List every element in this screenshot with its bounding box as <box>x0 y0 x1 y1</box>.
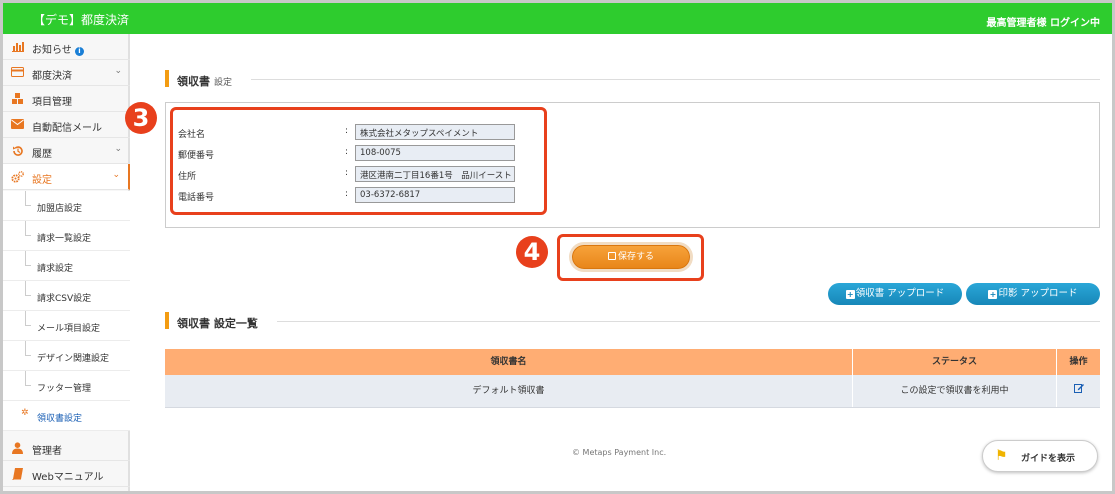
list-title: 領収書 設定一覧 <box>177 317 258 330</box>
info-icon: i <box>75 47 84 56</box>
sidebar-item-payments[interactable]: 都度決済 ⌄ <box>3 60 130 86</box>
gears-icon <box>11 171 24 183</box>
sidebar-item-label: 設定 <box>32 175 52 186</box>
envelope-icon <box>11 119 24 131</box>
sidebar-subitem-receipt[interactable]: ✲ 領収書設定 <box>3 401 130 431</box>
sidebar-item-auto-mail[interactable]: 自動配信メール <box>3 112 130 138</box>
plus-square-icon: + <box>845 290 855 299</box>
user-icon <box>11 442 24 454</box>
sidebar-item-settings[interactable]: 設定 ⌄ <box>3 164 130 190</box>
receipt-status-cell: この設定で領収書を利用中 <box>853 375 1057 407</box>
heading-accent-bar <box>165 70 169 87</box>
table-header: 領収書名 ステータス 操作 <box>165 349 1100 375</box>
sidebar-item-label: 都度決済 <box>32 71 72 82</box>
plus-square-icon: + <box>988 290 998 299</box>
sidebar-item-fields[interactable]: 項目管理 <box>3 86 130 112</box>
sidebar-subitem-billing-csv[interactable]: 請求CSV設定 <box>3 281 130 311</box>
heading-accent-bar <box>165 312 169 329</box>
page-subtitle: 設定 <box>214 78 233 88</box>
top-header: 【デモ】都度決済 最高管理者様 ログイン中 <box>3 3 1112 34</box>
sidebar-item-label: 履歴 <box>32 149 52 160</box>
receipt-name-cell: デフォルト領収書 <box>165 375 853 407</box>
stamp-upload-button[interactable]: + 印影 アップロード <box>966 283 1100 305</box>
sidebar-item-admins[interactable]: 管理者 <box>3 435 130 461</box>
gear-icon: ✲ <box>21 408 29 418</box>
sidebar-item-label: 管理者 <box>32 446 62 457</box>
app-title[interactable]: 【デモ】都度決済 <box>33 11 129 28</box>
sidebar-item-label: 自動配信メール <box>32 123 102 134</box>
sidebar-subitem-design[interactable]: デザイン関連設定 <box>3 341 130 371</box>
step3-callout <box>170 107 547 215</box>
save-icon <box>607 252 616 260</box>
column-header-action: 操作 <box>1069 357 1088 367</box>
footer-copyright: © Metaps Payment Inc. <box>572 448 667 457</box>
sidebar-subitem-mail-fields[interactable]: メール項目設定 <box>3 311 130 341</box>
table-row: デフォルト領収書 この設定で領収書を利用中 <box>165 375 1100 408</box>
sidebar-item-label: Webマニュアル <box>32 472 104 483</box>
sidebar-item-manual[interactable]: Webマニュアル <box>3 461 130 487</box>
sidebar-item-label: 項目管理 <box>32 97 72 108</box>
edit-icon[interactable] <box>1073 375 1084 407</box>
page-title: 領収書 設定 <box>177 75 233 88</box>
app-window: 【デモ】都度決済 最高管理者様 ログイン中 お知らせ i 都度決済 ⌄ 項目管理 <box>0 0 1115 494</box>
login-status: 最高管理者様 ログイン中 <box>986 18 1100 29</box>
sidebar-subitem-merchant[interactable]: 加盟店設定 <box>3 191 130 221</box>
sidebar-item-history[interactable]: 履歴 ⌄ <box>3 138 130 164</box>
flag-icon: ⚑ <box>995 448 1008 464</box>
credit-card-icon <box>11 67 24 79</box>
sidebar-item-notices[interactable]: お知らせ i <box>3 34 130 60</box>
bar-chart-icon <box>11 41 24 53</box>
history-icon <box>11 145 24 157</box>
sidebar-item-label: お知らせ i <box>32 41 84 56</box>
book-icon <box>11 468 24 481</box>
receipt-settings-heading: 領収書 設定 <box>165 70 1100 88</box>
show-guide-button[interactable]: ⚑ ガイドを表示 <box>982 440 1098 472</box>
sidebar-subitem-billing-list[interactable]: 請求一覧設定 <box>3 221 130 251</box>
sidebar-subitem-footer[interactable]: フッター管理 <box>3 371 130 401</box>
cubes-icon <box>11 93 24 105</box>
step3-badge: 3 <box>125 102 157 134</box>
receipt-action-cell <box>1057 375 1100 407</box>
step4-badge: 4 <box>516 236 548 268</box>
sidebar: お知らせ i 都度決済 ⌄ 項目管理 自動配信メール 履歴 ⌄ 設定 ⌄ 加盟店… <box>3 34 130 491</box>
main-content: 領収書 設定 会社名 : 株式会社メタップスペイメント 郵便番号 : 108-00… <box>125 34 1112 491</box>
chevron-down-icon: ⌄ <box>114 144 122 154</box>
sidebar-subitem-billing[interactable]: 請求設定 <box>3 251 130 281</box>
chevron-down-icon: ⌄ <box>114 66 122 76</box>
receipt-upload-button[interactable]: + 領収書 アップロード <box>828 283 962 305</box>
chevron-down-icon: ⌄ <box>112 170 120 180</box>
column-header-name: 領収書名 <box>165 349 853 375</box>
save-button[interactable]: 保存する <box>572 245 690 269</box>
column-header-status: ステータス <box>853 349 1057 375</box>
receipt-list-heading: 領収書 設定一覧 <box>165 312 1100 330</box>
